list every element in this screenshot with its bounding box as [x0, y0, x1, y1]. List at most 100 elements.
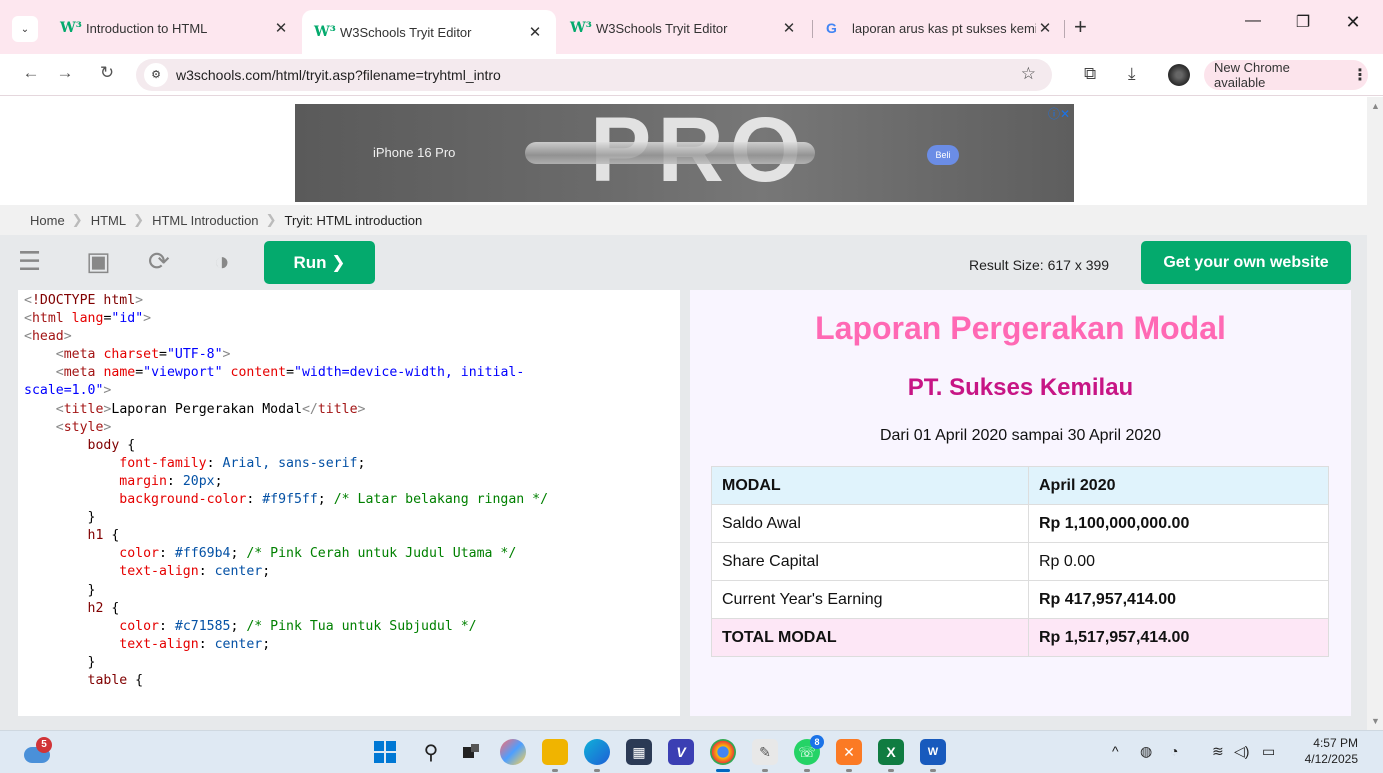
- restore-icon[interactable]: ❐: [1288, 12, 1318, 32]
- tab-title: laporan arus kas pt sukses kemi: [852, 20, 1036, 36]
- tab-tryit-editor[interactable]: W³ W3Schools Tryit Editor ✕: [558, 10, 810, 46]
- breadcrumb-html-introduction[interactable]: HTML Introduction ❯: [152, 212, 276, 228]
- result-title: Laporan Pergerakan Modal: [815, 310, 1226, 346]
- table-total-row: TOTAL MODAL Rp 1,517,957,414.00: [711, 618, 1329, 657]
- ad-product: iPhone 16 Pro: [373, 145, 455, 160]
- breadcrumb-label: HTML Introduction: [152, 212, 259, 228]
- rotate-layout-icon[interactable]: ⟳: [148, 246, 170, 277]
- ad-product-text: iPhone 16 Pro: [373, 145, 456, 160]
- minimize-icon[interactable]: —: [1238, 12, 1268, 30]
- site-info-icon[interactable]: ⚙: [144, 63, 168, 87]
- tab-introduction-to-html[interactable]: W³ Introduction to HTML ✕: [48, 10, 302, 46]
- taskbar-dot-active: [716, 769, 730, 772]
- tab-search-icon[interactable]: ⌄: [12, 16, 38, 42]
- weather-widget[interactable]: 5: [22, 737, 52, 765]
- code-editor[interactable]: <!DOCTYPE html> <html lang="id"> <head> …: [18, 290, 680, 716]
- page-scrollbar[interactable]: ▲ ▼: [1367, 97, 1383, 730]
- scroll-down-icon[interactable]: ▼: [1371, 716, 1380, 726]
- windows-taskbar: 5 ⚲ ▦ V ✎ ☏ 8 ✕ X W ^ ◍ ◔ ≋ ◁) ▭ 4:57 PM …: [0, 730, 1383, 773]
- taskbar-dot: [930, 769, 936, 772]
- back-icon[interactable]: ←: [20, 63, 42, 83]
- studio-app-icon[interactable]: V: [668, 739, 694, 765]
- breadcrumb-html[interactable]: HTML ❯: [91, 212, 144, 228]
- breadcrumb-arrow-icon: ❯: [71, 211, 83, 227]
- chrome-update-button[interactable]: New Chrome available ⋮: [1204, 60, 1368, 90]
- word-icon[interactable]: W: [920, 739, 946, 772]
- close-tab-icon[interactable]: ✕: [1036, 19, 1054, 37]
- xampp-icon[interactable]: ✕: [836, 739, 862, 772]
- breadcrumb-home[interactable]: Home ❯: [30, 212, 83, 228]
- tray-network-app-icon[interactable]: ◔: [1170, 743, 1178, 759]
- menu-icon[interactable]: ☰: [18, 246, 41, 277]
- notepad-icon[interactable]: ✎: [752, 739, 778, 772]
- close-tab-icon[interactable]: ✕: [272, 19, 290, 37]
- table-cell-value: Rp 417,957,414.00: [1028, 580, 1329, 619]
- task-view-icon[interactable]: [458, 739, 484, 765]
- ad-buy-button[interactable]: Beli: [927, 145, 959, 165]
- taskbar-dot: [552, 769, 558, 772]
- close-tab-icon[interactable]: ✕: [526, 23, 544, 41]
- download-icon[interactable]: ⤓: [1128, 64, 1136, 84]
- taskbar-dot: [888, 769, 894, 772]
- tab-tryit-editor-active[interactable]: W³ W3Schools Tryit Editor ✕: [302, 10, 556, 54]
- tab-title: W3Schools Tryit Editor: [596, 20, 728, 36]
- file-explorer-icon[interactable]: [542, 739, 568, 772]
- result-frame: Laporan Pergerakan Modal PT. Sukses Kemi…: [690, 290, 1351, 716]
- breadcrumb-current: Tryit: HTML introduction: [284, 212, 423, 228]
- table-row: Share Capital Rp 0.00: [711, 542, 1329, 581]
- w3schools-favicon-icon: W³: [570, 20, 592, 36]
- extensions-icon[interactable]: ⧉: [1084, 64, 1096, 84]
- tab-title: W3Schools Tryit Editor: [340, 24, 472, 40]
- breadcrumb-arrow-icon: ❯: [265, 211, 277, 227]
- tab-separator: [812, 20, 813, 38]
- chrome-icon[interactable]: [710, 739, 736, 772]
- table-row: Current Year's Earning Rp 417,957,414.00: [711, 580, 1329, 619]
- table-header: April 2020: [1028, 466, 1329, 505]
- copilot-icon[interactable]: [500, 739, 526, 765]
- page-content: PRO iPhone 16 Pro Beli ⓘ✕ Home ❯ HTML ❯ HT…: [0, 97, 1367, 730]
- new-tab-icon[interactable]: +: [1074, 14, 1087, 40]
- close-window-icon[interactable]: ✕: [1338, 12, 1368, 33]
- tray-chevron-icon[interactable]: ^: [1112, 743, 1119, 759]
- table-header: MODAL: [711, 466, 1029, 505]
- whatsapp-badge: 8: [810, 735, 824, 749]
- excel-icon[interactable]: X: [878, 739, 904, 772]
- browser-toolbar: ← → ↻ ⚙ w3schools.com/html/tryit.asp?fil…: [0, 54, 1383, 96]
- url-text[interactable]: w3schools.com/html/tryit.asp?filename=tr…: [176, 67, 501, 83]
- volume-icon[interactable]: ◁): [1234, 743, 1249, 760]
- tab-strip: ⌄ W³ Introduction to HTML ✕ W³ W3Schools…: [0, 0, 1383, 54]
- tray-app-icon[interactable]: ◍: [1140, 743, 1152, 760]
- scroll-up-icon[interactable]: ▲: [1371, 101, 1380, 111]
- forward-icon[interactable]: →: [54, 63, 76, 83]
- theme-toggle-icon[interactable]: ◑: [214, 246, 230, 277]
- chrome-update-label: New Chrome available: [1214, 60, 1290, 90]
- save-icon[interactable]: ▣: [86, 246, 111, 277]
- table-header-row: MODAL April 2020: [711, 466, 1329, 505]
- run-button[interactable]: Run ❯: [264, 241, 375, 284]
- edge-icon[interactable]: [584, 739, 610, 772]
- tab-google-search[interactable]: G laporan arus kas pt sukses kemi ✕: [814, 10, 1066, 46]
- whatsapp-icon[interactable]: ☏ 8: [794, 735, 824, 772]
- address-bar[interactable]: ⚙ w3schools.com/html/tryit.asp?filename=…: [136, 59, 1052, 91]
- store-icon[interactable]: ▦: [626, 739, 652, 765]
- code-text[interactable]: <!DOCTYPE html> <html lang="id"> <head> …: [24, 292, 664, 690]
- iphone-ad-banner[interactable]: PRO iPhone 16 Pro Beli ⓘ✕: [295, 104, 1074, 202]
- reload-icon[interactable]: ↻: [96, 63, 118, 83]
- tab-separator: [1064, 20, 1065, 38]
- ad-choices-icon[interactable]: ⓘ✕: [1048, 105, 1070, 122]
- start-icon[interactable]: [372, 739, 398, 765]
- profile-avatar[interactable]: [1168, 64, 1190, 86]
- tab-title: Introduction to HTML: [86, 20, 208, 36]
- table-cell-label: Share Capital: [711, 542, 1029, 581]
- get-your-own-website-button[interactable]: Get your own website: [1141, 241, 1351, 284]
- battery-icon[interactable]: ▭: [1262, 743, 1275, 760]
- table-cell-value: Rp 1,100,000,000.00: [1028, 504, 1329, 543]
- search-icon[interactable]: ⚲: [418, 739, 444, 765]
- wifi-icon[interactable]: ≋: [1212, 743, 1224, 760]
- table-cell-label: Current Year's Earning: [711, 580, 1029, 619]
- bookmark-star-icon[interactable]: ☆: [1021, 64, 1036, 84]
- taskbar-dot: [594, 769, 600, 772]
- table-cell-value: Rp 0.00: [1028, 542, 1329, 581]
- close-tab-icon[interactable]: ✕: [780, 19, 798, 37]
- taskbar-clock[interactable]: 4:57 PM 4/12/2025: [1302, 735, 1358, 767]
